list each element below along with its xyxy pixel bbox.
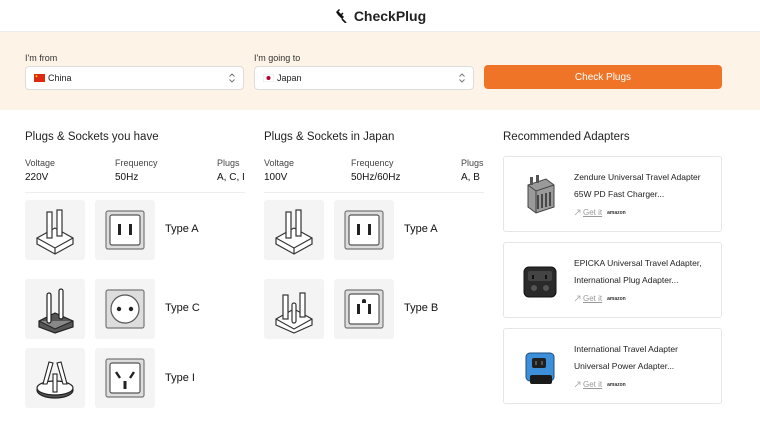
plug-type-i-icon bbox=[36, 361, 74, 399]
have-type-c-label: Type C bbox=[165, 302, 200, 314]
divider bbox=[25, 192, 245, 193]
have-plugs-label: Plugs bbox=[217, 158, 240, 168]
from-label: I'm from bbox=[25, 53, 58, 63]
have-type-i-label: Type I bbox=[165, 372, 195, 384]
adapters-title: Recommended Adapters bbox=[503, 131, 630, 143]
external-link-icon bbox=[574, 295, 581, 302]
socket-type-i-icon bbox=[105, 358, 145, 398]
plug-type-c-image bbox=[25, 279, 85, 339]
amazon-logo: amazon bbox=[607, 295, 626, 302]
plug-type-b-image bbox=[264, 279, 324, 339]
from-select[interactable]: China bbox=[25, 66, 244, 90]
dest-plugs: A, B bbox=[461, 172, 480, 183]
adapter-title[interactable]: International Travel Adapter Universal P… bbox=[574, 341, 719, 375]
dest-voltage: 100V bbox=[264, 172, 288, 183]
have-frequency: 50Hz bbox=[115, 172, 139, 183]
dest-plugs-label: Plugs bbox=[461, 158, 484, 168]
adapter-product-image bbox=[523, 266, 557, 298]
socket-type-a-icon bbox=[344, 210, 384, 250]
have-voltage: 220V bbox=[25, 172, 49, 183]
app-header: CheckPlug bbox=[0, 0, 760, 32]
have-title: Plugs & Sockets you have bbox=[25, 131, 159, 143]
get-it-link[interactable]: Get it amazon bbox=[574, 294, 626, 303]
amazon-logo: amazon bbox=[607, 381, 626, 388]
get-it-link[interactable]: Get it amazon bbox=[574, 208, 626, 217]
adapter-card[interactable]: Zendure Universal Travel Adapter 65W PD … bbox=[503, 156, 722, 232]
chevron-updown-icon bbox=[229, 73, 235, 83]
socket-type-c-icon bbox=[105, 289, 145, 329]
plug-type-a-icon bbox=[275, 209, 313, 255]
dest-type-b-label: Type B bbox=[404, 302, 439, 314]
socket-type-a-image bbox=[334, 200, 394, 260]
destination-title: Plugs & Sockets in Japan bbox=[264, 131, 395, 143]
socket-type-i-image bbox=[95, 348, 155, 408]
plug-type-a-image bbox=[264, 200, 324, 260]
dest-voltage-label: Voltage bbox=[264, 158, 295, 168]
adapter-card[interactable]: EPICKA Universal Travel Adapter, Interna… bbox=[503, 242, 722, 318]
have-type-a-label: Type A bbox=[165, 223, 199, 235]
socket-type-b-image bbox=[334, 279, 394, 339]
get-it-link[interactable]: Get it amazon bbox=[574, 380, 626, 389]
plug-icon bbox=[335, 8, 347, 23]
plug-type-a-image bbox=[25, 200, 85, 260]
adapter-title[interactable]: Zendure Universal Travel Adapter 65W PD … bbox=[574, 169, 719, 203]
japan-flag-icon bbox=[263, 74, 274, 82]
adapter-product-image bbox=[525, 352, 555, 384]
divider bbox=[264, 192, 484, 193]
have-plugs: A, C, I bbox=[217, 172, 245, 183]
adapter-product-image bbox=[527, 175, 555, 214]
have-frequency-label: Frequency bbox=[115, 158, 158, 168]
china-flag-icon bbox=[34, 74, 45, 82]
plug-type-i-image bbox=[25, 348, 85, 408]
socket-type-a-image bbox=[95, 200, 155, 260]
chevron-updown-icon bbox=[459, 73, 465, 83]
to-label: I'm going to bbox=[254, 53, 301, 63]
dest-frequency: 50Hz/60Hz bbox=[351, 172, 401, 183]
socket-type-a-icon bbox=[105, 210, 145, 250]
external-link-icon bbox=[574, 381, 581, 388]
from-value: China bbox=[48, 73, 72, 83]
plug-type-a-icon bbox=[36, 209, 74, 255]
have-voltage-label: Voltage bbox=[25, 158, 56, 168]
dest-frequency-label: Frequency bbox=[351, 158, 394, 168]
plug-type-b-icon bbox=[275, 292, 313, 334]
socket-type-c-image bbox=[95, 279, 155, 339]
amazon-logo: amazon bbox=[607, 209, 626, 216]
dest-type-a-label: Type A bbox=[404, 223, 438, 235]
external-link-icon bbox=[574, 209, 581, 216]
to-select[interactable]: Japan bbox=[254, 66, 474, 90]
adapter-title[interactable]: EPICKA Universal Travel Adapter, Interna… bbox=[574, 255, 719, 289]
adapter-card[interactable]: International Travel Adapter Universal P… bbox=[503, 328, 722, 404]
search-panel: I'm from China I'm going to Japan Check … bbox=[0, 32, 760, 110]
brand-name[interactable]: CheckPlug bbox=[354, 8, 426, 24]
to-value: Japan bbox=[277, 73, 302, 83]
check-plugs-button[interactable]: Check Plugs bbox=[484, 65, 722, 89]
socket-type-b-icon bbox=[344, 289, 384, 329]
plug-type-c-icon bbox=[38, 288, 74, 334]
